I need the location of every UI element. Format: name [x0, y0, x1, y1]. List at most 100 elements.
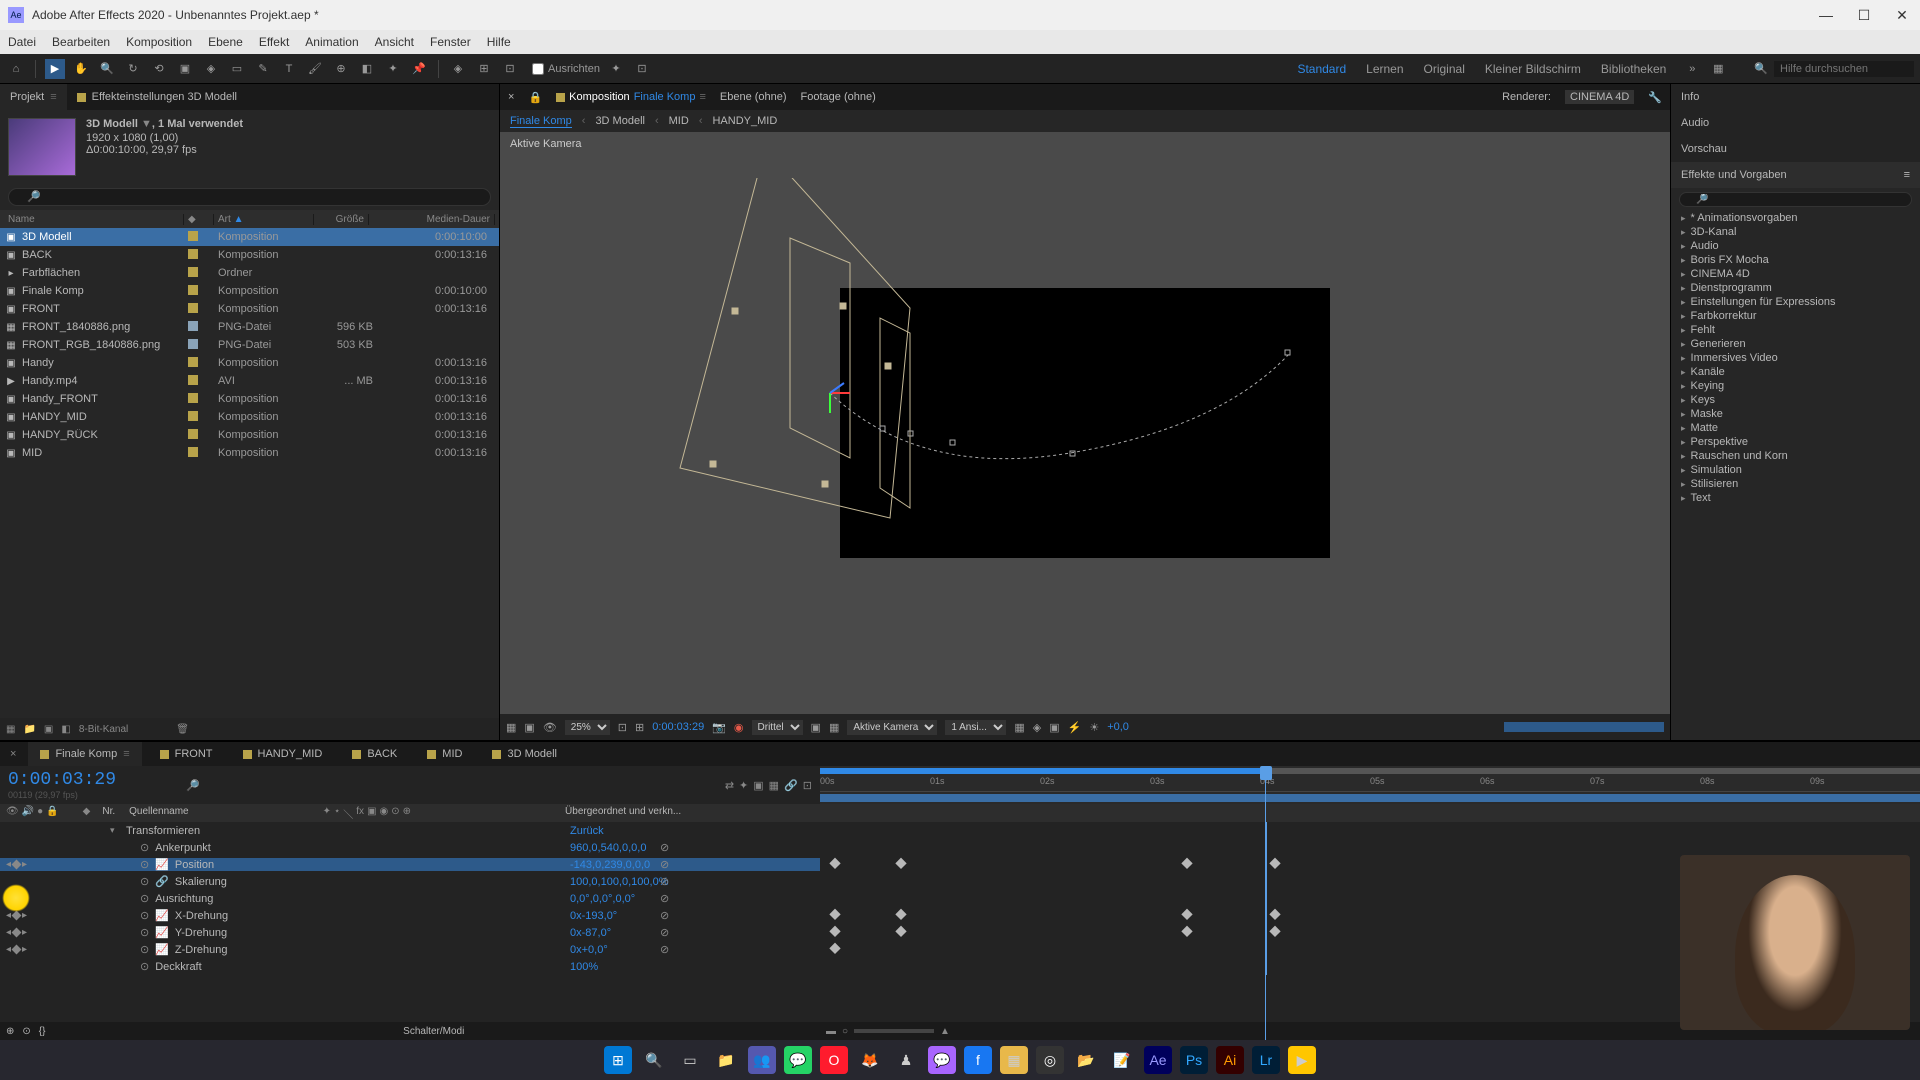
snap-tool-3[interactable]: ⊡	[500, 59, 520, 79]
workspace-more[interactable]: »	[1682, 59, 1702, 79]
effect-category[interactable]: ▸Kanäle	[1671, 365, 1920, 379]
project-item[interactable]: ▸FarbflächenOrdner	[0, 264, 499, 282]
effect-category[interactable]: ▸CINEMA 4D	[1671, 267, 1920, 281]
composition-canvas[interactable]	[840, 288, 1330, 558]
adjust-icon[interactable]: ◧	[61, 724, 70, 735]
panel-audio[interactable]: Audio	[1671, 110, 1920, 136]
color-icon[interactable]: ◉	[734, 721, 744, 734]
tab-layer[interactable]: Ebene (ohne)	[720, 91, 787, 103]
pen-tool[interactable]: ✎	[253, 59, 273, 79]
canvas-area[interactable]: Aktive Kamera	[500, 132, 1670, 714]
roi-icon[interactable]: ▣	[811, 721, 821, 734]
snap-tool-5[interactable]: ⊡	[632, 59, 652, 79]
project-item[interactable]: ▣FRONTKomposition0:00:13:16	[0, 300, 499, 318]
effect-category[interactable]: ▸Maske	[1671, 407, 1920, 421]
timeline-ruler[interactable]: 00s01s02s03s04s05s06s07s08s09s10s	[820, 774, 1920, 792]
taskbar-files[interactable]: 📂	[1072, 1046, 1100, 1074]
trash-icon[interactable]: 🗑	[176, 724, 189, 735]
breadcrumb-item[interactable]: Finale Komp	[510, 115, 572, 128]
effect-category[interactable]: ▸Boris FX Mocha	[1671, 253, 1920, 267]
workspace-bibliotheken[interactable]: Bibliotheken	[1601, 62, 1666, 76]
taskbar-messenger[interactable]: 💬	[928, 1046, 956, 1074]
close-button[interactable]: ✕	[1892, 7, 1912, 24]
project-item[interactable]: ▣HANDY_RÜCKKomposition0:00:13:16	[0, 426, 499, 444]
workspace-original[interactable]: Original	[1424, 62, 1465, 76]
breadcrumb-item[interactable]: 3D Modell	[595, 115, 645, 127]
rotate-tool[interactable]: ⟲	[149, 59, 169, 79]
switches-label[interactable]: Schalter/Modi	[53, 1026, 814, 1037]
effect-category[interactable]: ▸Stilisieren	[1671, 477, 1920, 491]
timeline-property-row[interactable]: ◂▸⊙📈Z-Drehung0x+0,0°⊘	[0, 941, 1920, 958]
menu-hilfe[interactable]: Hilfe	[487, 35, 511, 49]
tab-effect-settings[interactable]: Effekteinstellungen 3D Modell	[67, 84, 247, 110]
tl-toggle-1[interactable]: ⊕	[6, 1026, 14, 1037]
taskbar-teams[interactable]: 👥	[748, 1046, 776, 1074]
hand-tool[interactable]: ✋	[71, 59, 91, 79]
timeline-tab[interactable]: Finale Komp ≡	[28, 742, 141, 766]
effect-category[interactable]: ▸* Animationsvorgaben	[1671, 211, 1920, 225]
bit-depth-label[interactable]: 8-Bit-Kanal	[79, 724, 128, 735]
panel-preview[interactable]: Vorschau	[1671, 136, 1920, 162]
breadcrumb-item[interactable]: MID	[669, 115, 689, 127]
project-item[interactable]: ▶Handy.mp4AVI... MB0:00:13:16	[0, 372, 499, 390]
clone-tool[interactable]: ⊕	[331, 59, 351, 79]
timeline-tab[interactable]: MID	[415, 742, 474, 766]
exposure-icon[interactable]: ☀	[1089, 721, 1099, 734]
breadcrumb-item[interactable]: HANDY_MID	[712, 115, 777, 127]
timeline-tab[interactable]: HANDY_MID	[231, 742, 335, 766]
taskbar-notepad[interactable]: 📝	[1108, 1046, 1136, 1074]
project-item[interactable]: ▣BACKKomposition0:00:13:16	[0, 246, 499, 264]
taskbar-obs[interactable]: ◎	[1036, 1046, 1064, 1074]
menu-datei[interactable]: Datei	[8, 35, 36, 49]
project-item[interactable]: ▣HANDY_MIDKomposition0:00:13:16	[0, 408, 499, 426]
menu-effekt[interactable]: Effekt	[259, 35, 289, 49]
lock-icon[interactable]: 🔒	[528, 91, 542, 104]
workspace-standard[interactable]: Standard	[1297, 62, 1346, 76]
effect-category[interactable]: ▸Generieren	[1671, 337, 1920, 351]
3d-icon-1[interactable]: ▦	[1014, 721, 1024, 734]
timeline-property-row[interactable]: ◂▸⊙📈Y-Drehung0x-87,0°⊘	[0, 924, 1920, 941]
eraser-tool[interactable]: ◧	[357, 59, 377, 79]
timeline-property-row[interactable]: ◂▸⊙📈X-Drehung0x-193,0°⊘	[0, 907, 1920, 924]
effect-category[interactable]: ▸Keying	[1671, 379, 1920, 393]
tl-tab-close[interactable]: ×	[4, 748, 22, 760]
channel-toggle[interactable]: 👁	[543, 721, 557, 734]
3d-icon-3[interactable]: ▣	[1049, 721, 1059, 734]
taskbar-ae[interactable]: Ae	[1144, 1046, 1172, 1074]
tl-tool-1[interactable]: ⇄	[725, 779, 734, 792]
effect-category[interactable]: ▸Keys	[1671, 393, 1920, 407]
work-area-bar[interactable]	[820, 794, 1920, 802]
taskbar-opera[interactable]: O	[820, 1046, 848, 1074]
menu-ansicht[interactable]: Ansicht	[375, 35, 414, 49]
interpret-icon[interactable]: ▦	[6, 724, 15, 735]
taskbar-ps[interactable]: Ps	[1180, 1046, 1208, 1074]
pan-behind-tool[interactable]: ◈	[201, 59, 221, 79]
exposure-value[interactable]: +0,0	[1107, 721, 1129, 733]
project-item[interactable]: ▣Finale KompKomposition0:00:10:00	[0, 282, 499, 300]
taskbar-start[interactable]: ⊞	[604, 1046, 632, 1074]
views-select[interactable]: 1 Ansi...	[945, 720, 1006, 735]
effect-category[interactable]: ▸Fehlt	[1671, 323, 1920, 337]
workspace-lernen[interactable]: Lernen	[1366, 62, 1403, 76]
project-item[interactable]: ▣3D ModellKomposition0:00:10:00	[0, 228, 499, 246]
tl-toggle-3[interactable]: {}	[39, 1026, 46, 1037]
snapshot-icon[interactable]: 📷	[712, 721, 726, 734]
timeline-property-row[interactable]: ⊙Deckkraft100%	[0, 958, 1920, 975]
zoom-out-icon[interactable]: ▬	[826, 1026, 836, 1037]
folder-icon[interactable]: 📁	[23, 724, 35, 735]
project-item[interactable]: ▦FRONT_RGB_1840886.pngPNG-Datei503 KB	[0, 336, 499, 354]
resolution-select[interactable]: Drittel	[752, 720, 803, 735]
snap-tool-2[interactable]: ⊞	[474, 59, 494, 79]
tl-tool-6[interactable]: ⊡	[803, 779, 812, 792]
camera-tool[interactable]: ▣	[175, 59, 195, 79]
zoom-select[interactable]: 25%	[565, 720, 610, 735]
timeline-property-row[interactable]: ⊙🔗Skalierung100,0,100,0,100,0%⊘	[0, 873, 1920, 890]
tl-tool-2[interactable]: ✦	[739, 779, 748, 792]
shape-tool[interactable]: ▭	[227, 59, 247, 79]
zoom-tool[interactable]: 🔍	[97, 59, 117, 79]
effects-search-input[interactable]	[1679, 192, 1912, 207]
tl-toggle-2[interactable]: ⊙	[22, 1026, 30, 1037]
effect-category[interactable]: ▸Einstellungen für Expressions	[1671, 295, 1920, 309]
project-item[interactable]: ▣MIDKomposition0:00:13:16	[0, 444, 499, 462]
effect-category[interactable]: ▸Audio	[1671, 239, 1920, 253]
